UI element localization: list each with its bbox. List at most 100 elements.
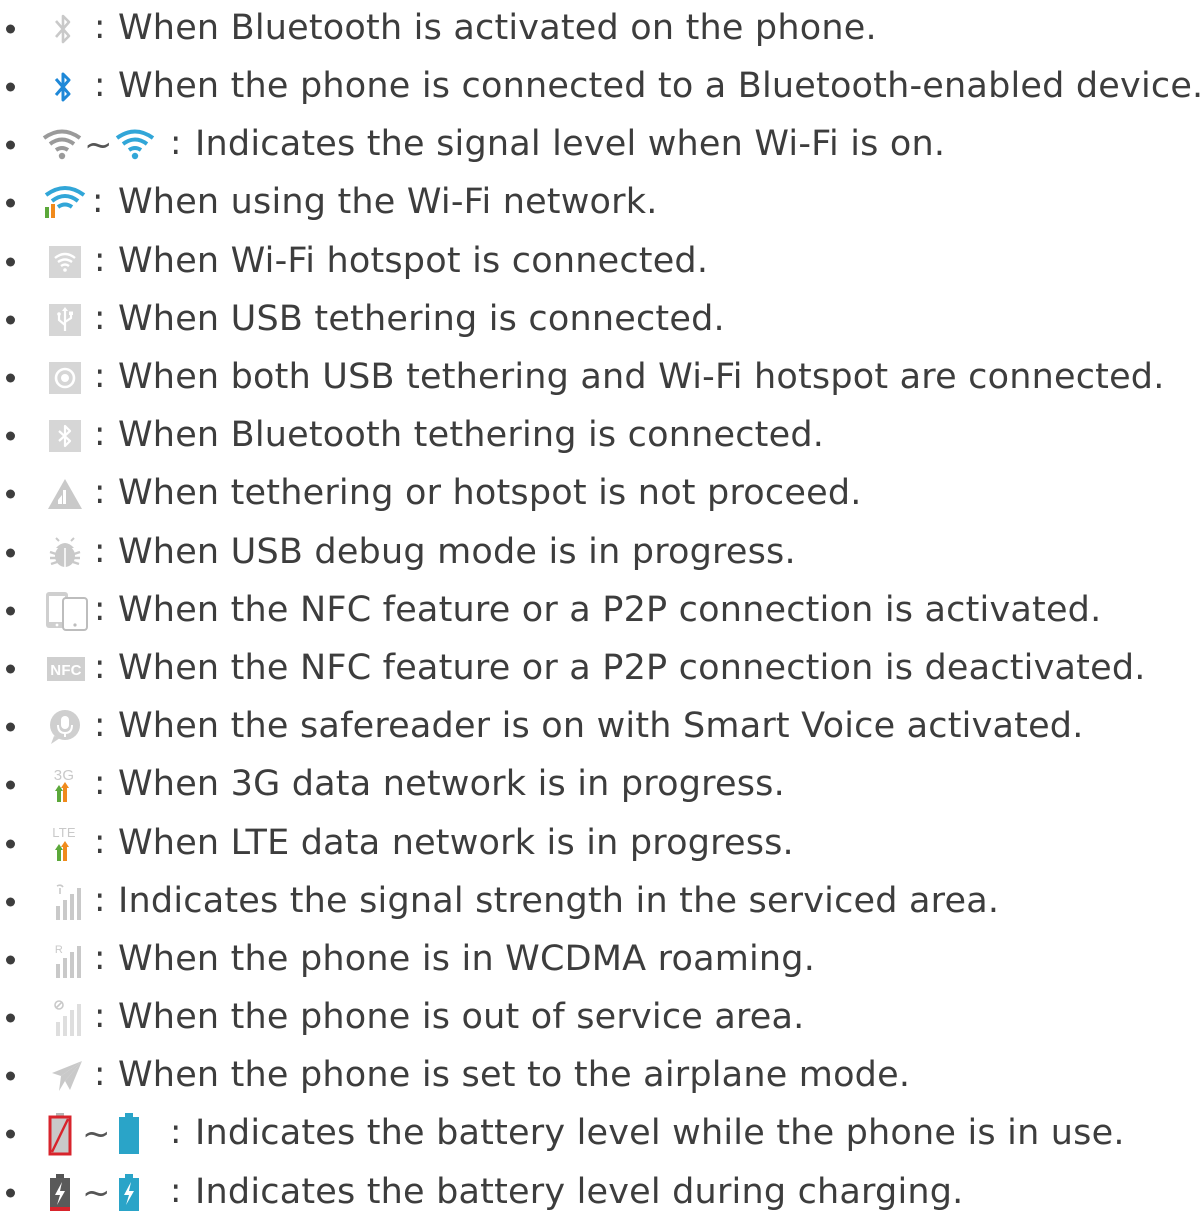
legend-text: When Bluetooth is activated on the phone… [118,7,877,48]
bullet [6,955,15,965]
bullet [6,664,15,674]
separator: : [94,937,106,978]
separator: : [94,879,106,920]
bullet [6,1071,15,1081]
wifi-in-use-icon [42,181,88,225]
legend-item: : When USB debug mode is in progress. [0,524,1201,582]
battery-level-range-icon: ~ [48,1112,141,1156]
legend-text: When tethering or hotspot is not proceed… [118,473,862,514]
separator: : [94,414,106,455]
separator: : [94,996,106,1037]
safereader-voice-icon [46,705,84,749]
separator: : [94,821,106,862]
wifi-signal-range-icon: ~ [42,123,155,167]
legend-text: When LTE data network is in progress. [118,822,794,863]
battery-charging-empty-icon [50,1173,70,1211]
bullet [6,780,15,790]
bullet [6,897,15,907]
bluetooth-connected-icon [52,65,74,109]
separator: : [94,7,106,47]
separator: : [94,1054,106,1095]
legend-text: When USB debug mode is in progress. [118,531,796,572]
legend-item: : When Bluetooth is activated on the pho… [0,0,1201,58]
legend-item: : When the safereader is on with Smart V… [0,698,1201,756]
legend-item: : Indicates the signal strength in the s… [0,873,1201,931]
bullet [6,1013,15,1023]
separator: : [94,297,106,338]
legend-text: Indicates the battery level while the ph… [195,1113,1125,1154]
range-symbol: ~ [82,1114,111,1155]
battery-empty-icon [48,1113,72,1156]
legend-item: : When Bluetooth tethering is connected. [0,407,1201,465]
separator: : [94,646,106,687]
bullet [6,489,15,499]
legend-item: : When the phone is connected to a Bluet… [0,58,1201,116]
signal-roaming-icon: R [46,938,86,982]
legend-item: ~ : Indicates the battery level while th… [0,1105,1201,1163]
3g-badge-text: 3G [54,767,74,784]
legend-text: Indicates the battery level during charg… [195,1171,964,1212]
lte-badge-text: LTE [52,825,76,840]
bluetooth-tethering-icon [48,414,82,458]
separator: : [170,123,182,164]
bullet [6,315,15,325]
legend-text: When the NFC feature or a P2P connection… [118,647,1146,688]
separator: : [94,763,106,804]
legend-text: When the phone is connected to a Bluetoo… [118,65,1201,106]
bullet [6,140,15,150]
bullet [6,1188,15,1198]
legend-item: : When using the Wi-Fi network. [0,174,1201,232]
separator: : [94,472,106,513]
legend-text: When USB tethering is connected. [118,298,725,339]
separator: : [94,356,106,397]
bullet [6,24,15,34]
legend-item: 3G : When 3G data network is in progress… [0,756,1201,814]
bullet [6,1129,15,1139]
bullet [6,722,15,732]
legend-item: : When the NFC feature or a P2P connecti… [0,582,1201,640]
separator: : [92,181,104,222]
legend-text: When using the Wi-Fi network. [118,182,658,223]
legend-item: ~ : Indicates the signal level when Wi-F… [0,116,1201,174]
legend-item: R : When the phone is in WCDMA roaming. [0,931,1201,989]
separator: : [170,1112,182,1153]
legend-text: When 3G data network is in progress. [118,764,785,805]
wifi-hotspot-icon [48,240,82,284]
usb-tethering-icon [48,298,82,342]
legend-item: : When the phone is set to the airplane … [0,1047,1201,1105]
airplane-mode-icon [46,1054,86,1098]
separator: : [94,239,106,280]
legend-text: Indicates the signal level when Wi-Fi is… [195,124,946,165]
usb-wifi-tethering-icon [48,356,82,400]
nfc-inactive-icon: NFC [46,647,86,691]
wifi-weak-icon [42,129,82,160]
bullet [6,257,15,267]
legend-item: NFC : When the NFC feature or a P2P conn… [0,640,1201,698]
separator: : [94,65,106,106]
legend-item: : When USB tethering is connected. [0,291,1201,349]
legend-text: When the phone is in WCDMA roaming. [118,938,816,979]
range-symbol: ~ [84,125,113,166]
legend-text: When the NFC feature or a P2P connection… [118,589,1102,630]
bullet [6,198,15,208]
battery-full-icon [118,1113,139,1155]
status-icon-legend: : When Bluetooth is activated on the pho… [0,0,1201,1222]
legend-text: When the phone is set to the airplane mo… [118,1055,911,1096]
separator: : [94,588,106,629]
battery-charging-full-icon [118,1173,139,1211]
nfc-p2p-active-icon [44,589,90,633]
legend-item: ~ : Indicates the battery level during c… [0,1164,1201,1222]
bullet [6,373,15,383]
data-3g-icon: 3G [46,763,82,807]
legend-text: When the safereader is on with Smart Voi… [118,705,1084,746]
range-symbol: ~ [82,1172,111,1213]
legend-item: : When Wi-Fi hotspot is connected. [0,233,1201,291]
legend-text: When Bluetooth tethering is connected. [118,415,825,456]
separator: : [170,1170,182,1211]
no-service-icon [46,996,86,1040]
wifi-full-icon [115,129,154,160]
usb-debug-icon [46,531,84,575]
legend-item: LTE : When LTE data network is in progre… [0,814,1201,872]
legend-text: When Wi-Fi hotspot is connected. [118,240,709,281]
bullet [6,606,15,616]
